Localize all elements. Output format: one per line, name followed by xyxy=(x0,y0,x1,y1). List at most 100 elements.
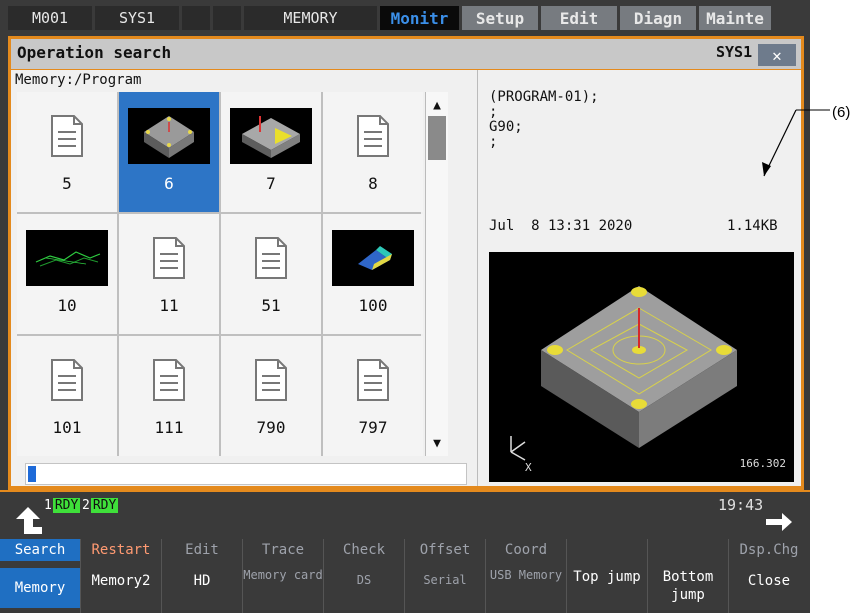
file-size: 1.14KB xyxy=(727,218,778,234)
pane-divider xyxy=(477,70,478,486)
document-icon xyxy=(26,352,108,408)
ready-indicator-1: 1 RDY xyxy=(44,497,81,513)
scroll-thumb[interactable] xyxy=(428,116,446,160)
tab-monitr[interactable]: Monitr xyxy=(380,6,459,30)
function-menu: Search Memory Restart Memory2 Edit HD Tr… xyxy=(0,539,810,613)
file-label: 111 xyxy=(154,418,184,437)
menu-up-icon[interactable] xyxy=(14,505,42,535)
file-tile[interactable]: 10 xyxy=(17,214,117,334)
system-id: SYS1 xyxy=(95,6,179,30)
menu-key-dsp-chg[interactable]: Dsp.Chg Close xyxy=(729,539,809,613)
mode-indicator: MEMORY xyxy=(244,6,377,30)
operation-search-window: Operation search SYS1 ✕ Memory:/Program … xyxy=(8,36,804,490)
tab-mainte[interactable]: Mainte xyxy=(699,6,771,30)
menu-bottom-label[interactable]: Memory2 xyxy=(81,573,161,589)
menu-next-arrow-icon[interactable] xyxy=(764,511,794,533)
file-tile[interactable]: 797 xyxy=(323,336,423,456)
file-label: 8 xyxy=(368,174,378,193)
file-tile[interactable]: 51 xyxy=(221,214,321,334)
file-label: 11 xyxy=(159,296,179,315)
status-slot-1 xyxy=(182,6,210,30)
menu-key-restart[interactable]: Restart Memory2 xyxy=(81,539,162,613)
file-tile[interactable]: 5 xyxy=(17,92,117,212)
document-icon xyxy=(332,352,414,408)
close-button[interactable]: ✕ xyxy=(758,44,796,66)
menu-top-label[interactable]: Edit xyxy=(162,542,242,558)
file-tile[interactable]: 8 xyxy=(323,92,423,212)
menu-bottom-label[interactable]: Top jump xyxy=(567,568,647,586)
menu-bottom-label[interactable]: Serial xyxy=(405,573,485,587)
window-title: Operation search xyxy=(17,43,172,62)
menu-top-label[interactable]: Restart xyxy=(81,542,161,558)
menu-bottom-label[interactable]: Bottom jump xyxy=(648,568,728,604)
file-label: 101 xyxy=(52,418,82,437)
model-3d-preview: X 166.302 xyxy=(489,252,794,482)
menu-key-offset[interactable]: Offset Serial xyxy=(405,539,486,613)
status-slot-2 xyxy=(213,6,241,30)
menu-key-check[interactable]: Check DS xyxy=(324,539,405,613)
menu-top-label[interactable]: Trace xyxy=(243,542,323,558)
tab-setup[interactable]: Setup xyxy=(462,6,538,30)
menu-key-top-jump[interactable]: Top jump xyxy=(567,539,648,613)
workpiece-model xyxy=(510,286,737,461)
tab-edit[interactable]: Edit xyxy=(541,6,617,30)
file-label: 7 xyxy=(266,174,276,193)
menu-bottom-label[interactable]: DS xyxy=(324,573,404,587)
menu-top-label[interactable]: Dsp.Chg xyxy=(729,542,809,558)
tab-diagn[interactable]: Diagn xyxy=(620,6,696,30)
top-status-bar: M001 SYS1 MEMORY Monitr Setup Edit Diagn… xyxy=(8,6,804,30)
scroll-down-icon[interactable]: ▼ xyxy=(426,432,448,454)
document-icon xyxy=(230,352,312,408)
menu-bottom-label[interactable]: Memory xyxy=(0,568,80,608)
file-tile[interactable]: 111 xyxy=(119,336,219,456)
file-label: 790 xyxy=(256,418,286,437)
menu-bottom-label[interactable]: Close xyxy=(729,573,809,589)
menu-key-edit[interactable]: Edit HD xyxy=(162,539,243,613)
preview-value: 166.302 xyxy=(739,457,786,470)
window-system: SYS1 xyxy=(716,43,753,61)
window-body: Memory:/Program 5 6 7 8 10 11 51 100 101… xyxy=(11,70,801,486)
file-tile[interactable]: 100 xyxy=(323,214,423,334)
menu-bottom-label[interactable]: USB Memory xyxy=(486,568,566,582)
file-tile[interactable]: 790 xyxy=(221,336,321,456)
menu-top-label[interactable]: Check xyxy=(324,542,404,558)
cnc-screen: M001 SYS1 MEMORY Monitr Setup Edit Diagn… xyxy=(0,0,810,613)
model-thumbnail-icon xyxy=(128,108,210,164)
file-date: Jul 8 13:31 2020 xyxy=(489,218,633,234)
menu-bottom-label[interactable]: Memory card xyxy=(243,568,323,582)
menu-bottom-label[interactable]: HD xyxy=(162,573,242,589)
clock: 19:43 xyxy=(718,496,764,514)
scroll-up-icon[interactable]: ▲ xyxy=(426,94,448,116)
close-icon: ✕ xyxy=(772,45,782,65)
menu-top-label[interactable]: Coord xyxy=(486,542,566,558)
file-label: 10 xyxy=(57,296,77,315)
menu-key-trace[interactable]: Trace Memory card xyxy=(243,539,324,613)
file-tile[interactable]: 101 xyxy=(17,336,117,456)
document-icon xyxy=(230,230,312,286)
file-tile[interactable]: 7 xyxy=(221,92,321,212)
file-label: 51 xyxy=(261,296,281,315)
window-titlebar: Operation search SYS1 ✕ xyxy=(11,39,801,69)
axis-label: X xyxy=(525,461,532,474)
horizontal-scrollbar[interactable] xyxy=(25,463,467,485)
status-bar: 1 RDY 2 RDY 19:43 xyxy=(0,493,810,537)
file-label: 6 xyxy=(164,174,174,193)
vertical-scrollbar[interactable]: ▲ ▼ xyxy=(425,92,448,456)
file-label: 797 xyxy=(358,418,388,437)
menu-key-search[interactable]: Search Memory xyxy=(0,539,81,613)
file-tile-selected[interactable]: 6 xyxy=(119,92,219,212)
menu-key-coord[interactable]: Coord USB Memory xyxy=(486,539,567,613)
document-icon xyxy=(332,108,414,164)
document-icon xyxy=(128,230,210,286)
menu-key-bottom-jump[interactable]: Bottom jump xyxy=(648,539,729,613)
model-thumbnail-icon xyxy=(332,230,414,286)
document-icon xyxy=(26,108,108,164)
file-label: 5 xyxy=(62,174,72,193)
horizontal-scroll-thumb[interactable] xyxy=(28,466,36,482)
callout-arrow xyxy=(762,109,830,177)
file-tile[interactable]: 11 xyxy=(119,214,219,334)
model-thumbnail-icon xyxy=(26,230,108,286)
menu-top-label[interactable]: Offset xyxy=(405,542,485,558)
current-path: Memory:/Program xyxy=(15,72,142,88)
menu-top-label[interactable]: Search xyxy=(0,539,80,561)
